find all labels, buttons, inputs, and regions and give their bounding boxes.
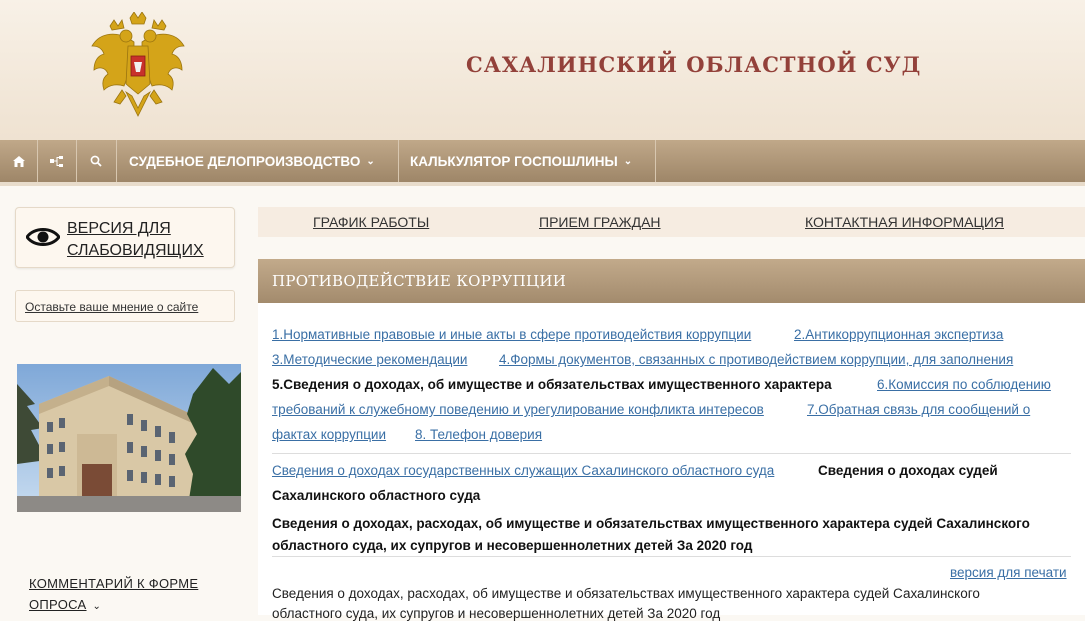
link-commission-cont[interactable]: требований к служебному поведению и урег… xyxy=(272,402,764,417)
search-icon xyxy=(90,155,102,167)
link-judges-income-active[interactable]: Сведения о доходах судей xyxy=(818,463,998,478)
link-anticorruption-expertise[interactable]: 2.Антикоррупционная экспертиза xyxy=(794,327,1003,342)
section-title: ПРОТИВОДЕЙСТВИЕ КОРРУПЦИИ xyxy=(272,272,567,290)
link-income-info-active[interactable]: 5.Сведения о доходах, об имуществе и обя… xyxy=(272,377,832,392)
site-header: САХАЛИНСКИЙ ОБЛАСТНОЙ СУД xyxy=(0,0,1085,140)
link-commission[interactable]: 6.Комиссия по соблюдению xyxy=(877,377,1051,392)
link-methodical-recommendations[interactable]: 3.Методические рекомендации xyxy=(272,352,467,367)
link-feedback-corruption-cont[interactable]: фактах коррупции xyxy=(272,427,386,442)
site-title: САХАЛИНСКИЙ ОБЛАСТНОЙ СУД xyxy=(466,52,922,77)
accessibility-label-line2: СЛАБОВИДЯЩИХ xyxy=(67,242,204,259)
chevron-down-icon: ⌄ xyxy=(623,155,633,167)
eye-icon xyxy=(26,228,60,246)
link-normative-acts[interactable]: 1.Нормативные правовые и иные акты в сфе… xyxy=(272,327,751,342)
document-heading-line2: областного суда, их супругов и несоверше… xyxy=(272,538,753,553)
nav-item-label: КАЛЬКУЛЯТОР ГОСПОШЛИНЫ xyxy=(410,153,618,169)
nav-sitemap[interactable] xyxy=(37,140,77,182)
menu-work-schedule[interactable]: ГРАФИК РАБОТЫ xyxy=(313,214,429,230)
accessibility-version-button[interactable]: ВЕРСИЯ ДЛЯ СЛАБОВИДЯЩИХ xyxy=(15,207,235,268)
chevron-down-icon: ⌄ xyxy=(366,155,375,167)
link-trust-phone[interactable]: 8. Телефон доверия xyxy=(415,427,542,442)
nav-home[interactable] xyxy=(0,140,38,182)
survey-comments-link[interactable]: КОММЕНТАРИЙ К ФОРМЕ ОПРОСА ⌄ xyxy=(29,573,229,617)
menu-citizen-reception[interactable]: ПРИЕМ ГРАЖДАН xyxy=(539,214,661,230)
accessibility-version-label: ВЕРСИЯ ДЛЯ СЛАБОВИДЯЩИХ xyxy=(67,218,227,262)
feedback-link[interactable]: Оставьте ваше мнение о сайте xyxy=(25,300,198,314)
divider xyxy=(272,556,1071,557)
nav-item-fee-calculator[interactable]: КАЛЬКУЛЯТОР ГОСПОШЛИНЫ ⌄ xyxy=(399,140,656,182)
coat-of-arms-icon xyxy=(91,12,185,117)
link-civil-servants-income[interactable]: Сведения о доходах государственных служа… xyxy=(272,463,774,478)
divider xyxy=(272,453,1071,454)
nav-search[interactable] xyxy=(76,140,117,182)
menu-contacts[interactable]: КОНТАКТНАЯ ИНФОРМАЦИЯ xyxy=(805,214,1004,230)
document-body-line1: Сведения о доходах, расходах, об имущест… xyxy=(272,586,980,601)
document-body-line2: областного суда, их супругов и несоверше… xyxy=(272,606,721,621)
home-icon xyxy=(12,155,25,167)
nav-item-court-records[interactable]: СУДЕБНОЕ ДЕЛОПРОИЗВОДСТВО ⌄ xyxy=(118,140,399,182)
navbar-divider xyxy=(0,182,1085,186)
section-header: ПРОТИВОДЕЙСТВИЕ КОРРУПЦИИ xyxy=(258,259,1085,303)
accessibility-label-line1: ВЕРСИЯ ДЛЯ xyxy=(67,220,171,237)
link-feedback-corruption[interactable]: 7.Обратная связь для сообщений о xyxy=(807,402,1030,417)
print-version-link[interactable]: версия для печати xyxy=(950,565,1067,580)
survey-comments-line1: КОММЕНТАРИЙ К ФОРМЕ xyxy=(29,576,199,591)
feedback-box: Оставьте ваше мнение о сайте xyxy=(15,290,235,322)
link-judges-income-active-cont[interactable]: Сахалинского областного суда xyxy=(272,488,480,503)
survey-comments-line2: ОПРОСА xyxy=(29,597,87,612)
sitemap-icon xyxy=(50,155,63,167)
chevron-down-icon: ⌄ xyxy=(92,601,102,612)
court-building-photo xyxy=(17,364,241,512)
document-heading-line1: Сведения о доходах, расходах, об имущест… xyxy=(272,516,1030,531)
main-content: 1.Нормативные правовые и иные акты в сфе… xyxy=(258,303,1085,621)
secondary-menu: ГРАФИК РАБОТЫ ПРИЕМ ГРАЖДАН КОНТАКТНАЯ И… xyxy=(258,207,1085,237)
link-document-forms[interactable]: 4.Формы документов, связанных с противод… xyxy=(499,352,1013,367)
main-navbar: СУДЕБНОЕ ДЕЛОПРОИЗВОДСТВО ⌄ КАЛЬКУЛЯТОР … xyxy=(0,140,1085,182)
nav-item-label: СУДЕБНОЕ ДЕЛОПРОИЗВОДСТВО xyxy=(129,153,361,169)
